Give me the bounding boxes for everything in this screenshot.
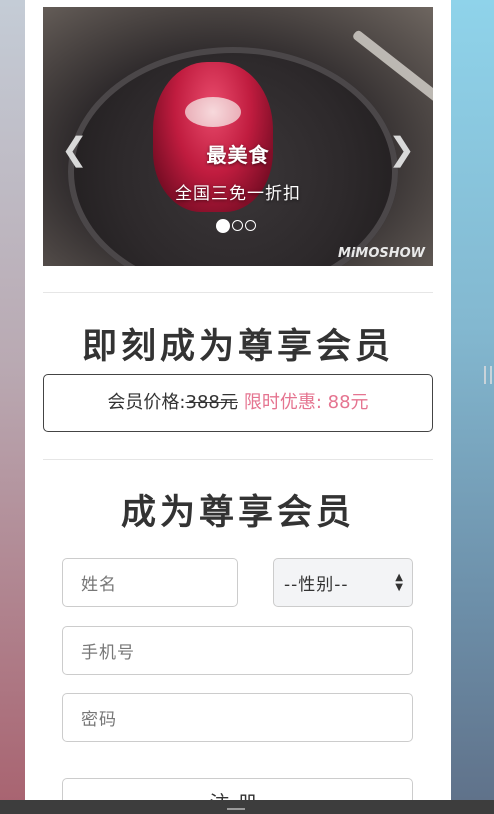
old-price: 388元 <box>185 392 238 413</box>
cutlery-image <box>351 29 433 105</box>
phone-input[interactable]: 手机号 <box>62 626 413 675</box>
price-label: 会员价格: <box>107 392 186 413</box>
bottom-bar <box>0 800 494 814</box>
gender-select[interactable]: --性别-- ▲ ▼ <box>273 558 413 607</box>
carousel[interactable]: ❮ ❯ 最美食 全国三免一折扣 MiMOSHOW <box>43 7 433 266</box>
indicator-dot-1[interactable] <box>216 219 230 233</box>
bottom-grip[interactable] <box>227 808 245 810</box>
indicator-dot-3[interactable] <box>245 220 256 231</box>
indicator-dot-2[interactable] <box>232 220 243 231</box>
page-title: 即刻成为尊享会员 <box>81 327 394 367</box>
divider <box>43 459 433 460</box>
select-caret-icon: ▲ ▼ <box>395 572 404 593</box>
watermark: MiMOSHOW <box>337 246 425 261</box>
background-right <box>451 0 494 814</box>
promo-price: 限时优惠: 88元 <box>243 392 369 413</box>
carousel-subtitle: 全国三免一折扣 <box>175 184 301 204</box>
phone-placeholder: 手机号 <box>81 643 135 663</box>
gender-selected: --性别-- <box>284 575 349 595</box>
carousel-title: 最美食 <box>206 143 270 167</box>
page: ❮ ❯ 最美食 全国三免一折扣 MiMOSHOW 即刻成为尊享会员 会员价格:3… <box>25 0 451 814</box>
name-input[interactable]: 姓名 <box>62 558 238 607</box>
price-box: 会员价格:388元 限时优惠: 88元 <box>43 374 433 432</box>
password-input[interactable]: 密码 <box>62 693 413 742</box>
divider <box>43 292 433 293</box>
form-title: 成为尊享会员 <box>120 493 355 533</box>
password-placeholder: 密码 <box>81 710 117 730</box>
cream-image <box>185 97 241 127</box>
name-placeholder: 姓名 <box>81 575 117 595</box>
resize-grip[interactable] <box>484 366 492 384</box>
carousel-indicators <box>216 219 256 233</box>
